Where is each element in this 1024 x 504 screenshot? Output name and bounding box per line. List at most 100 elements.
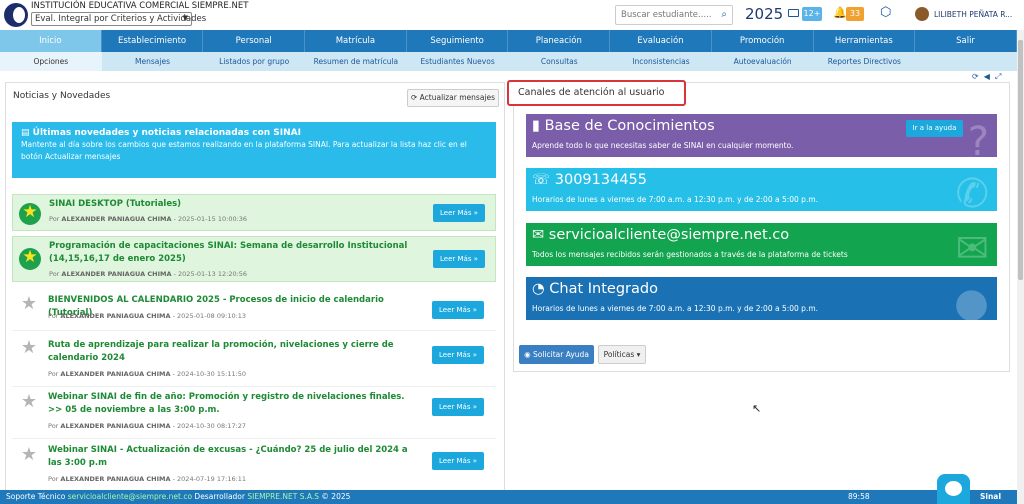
chat-icon: ◔ [532, 281, 545, 297]
search-icon[interactable]: ⌕ [721, 9, 727, 20]
scrollbar-thumb[interactable] [1018, 40, 1023, 280]
chevron-down-icon: ▼ [182, 14, 188, 22]
evaluation-select[interactable]: Eval. Integral por Criterios y Actividad… [31, 12, 206, 26]
news-item-title[interactable]: Webinar SINAI - Actualización de excusas… [48, 444, 413, 470]
nav-herramientas[interactable]: Herramientas [814, 30, 916, 52]
question-icon: ? [967, 119, 989, 157]
read-more-button[interactable]: Leer Más » [432, 452, 484, 470]
knowledge-base-card[interactable]: ▮ Base de Conocimientos Aprende todo lo … [526, 114, 997, 157]
news-info-heading: ▤ Últimas novedades y noticias relaciona… [21, 128, 487, 138]
phone-card[interactable]: ☏ 3009134455 Horarios de lunes a viernes… [526, 168, 997, 211]
chat-card[interactable]: ◔ Chat Integrado Horarios de lunes a vie… [526, 277, 997, 320]
email-card[interactable]: ✉ servicioalcliente@siempre.net.co Todos… [526, 223, 997, 266]
nav-matricula[interactable]: Matrícula [305, 30, 407, 52]
request-help-button[interactable]: ◉ Solicitar Ayuda [519, 345, 594, 364]
nav-establecimiento[interactable]: Establecimiento [102, 30, 204, 52]
read-more-button[interactable]: Leer Más » [432, 346, 484, 364]
nav-inicio[interactable]: Inicio [0, 30, 102, 52]
envelope-watermark-icon: ✉ [955, 226, 989, 266]
news-item-title[interactable]: Ruta de aprendizaje para realizar la pro… [48, 339, 413, 365]
subnav-inconsistencias[interactable]: Inconsistencias [610, 52, 712, 71]
envelope-icon: ✉ [532, 227, 545, 243]
go-to-help-button[interactable]: Ir a la ayuda [906, 120, 963, 137]
footer-copyright: © 2025 [321, 492, 351, 501]
news-item-date: - 2025-01-13 12:20:56 [173, 270, 248, 278]
news-item-date: - 2024-07-19 17:16:11 [172, 475, 247, 483]
top-bar: INSTITUCIÓN EDUCATIVA COMERCIAL SIEMPRE.… [0, 0, 1024, 30]
read-more-button[interactable]: Leer Más » [433, 250, 485, 268]
scrollbar[interactable] [1017, 30, 1024, 504]
news-panel: Noticias y Novedades ⟳ Actualizar mensaj… [5, 82, 505, 504]
nav-evaluacion[interactable]: Evaluación [610, 30, 712, 52]
mail-icon[interactable] [788, 9, 799, 17]
star-icon [18, 444, 40, 467]
read-more-button[interactable]: Leer Más » [433, 204, 485, 222]
refresh-icon: ⟳ [410, 93, 418, 102]
knowledge-base-subtitle: Aprende todo lo que necesitas saber de S… [532, 141, 794, 150]
nav-personal[interactable]: Personal [203, 30, 306, 52]
notifications-badge[interactable]: 33 [846, 7, 864, 21]
read-more-button[interactable]: Leer Más » [432, 398, 484, 416]
news-icon: ▤ [21, 128, 30, 138]
book-icon: ▮ [532, 118, 540, 134]
news-item-author: ALEXANDER PANIAGUA CHIMA [61, 270, 172, 278]
subnav-reportes-directivos[interactable]: Reportes Directivos [814, 52, 916, 71]
news-item-author: ALEXANDER PANIAGUA CHIMA [60, 312, 171, 320]
bell-icon[interactable]: 🔔 [833, 6, 847, 19]
caret-down-icon: ▾ [636, 350, 641, 359]
help-icon: ◉ [524, 350, 531, 359]
subnav-listados[interactable]: Listados por grupo [203, 52, 305, 71]
news-by-label: Por [48, 312, 59, 320]
footer-support-email[interactable]: servicioalcliente@siempre.net.co [68, 492, 192, 501]
institution-name: INSTITUCIÓN EDUCATIVA COMERCIAL SIEMPRE.… [31, 1, 249, 11]
star-icon [19, 247, 41, 270]
phone-number-text: 3009134455 [554, 172, 648, 188]
session-timer: 89:58 [848, 492, 870, 501]
subnav-autoevaluacion[interactable]: Autoevaluación [712, 52, 814, 71]
knowledge-base-title-text: Base de Conocimientos [544, 118, 715, 134]
back-icon[interactable]: ◀ [984, 72, 990, 81]
search-placeholder: Buscar estudiante..... [621, 10, 712, 20]
knowledge-base-title: ▮ Base de Conocimientos [532, 118, 715, 134]
policies-dropdown[interactable]: Políticas ▾ [598, 345, 646, 364]
chat-title: ◔ Chat Integrado [532, 281, 658, 297]
fullscreen-icon[interactable]: ⤢ [995, 72, 1001, 81]
news-info-box: ▤ Últimas novedades y noticias relaciona… [12, 122, 496, 178]
messages-badge[interactable]: 12+ [802, 7, 822, 21]
news-item-author: ALEXANDER PANIAGUA CHIMA [60, 475, 171, 483]
footer-brand: SinaI [980, 492, 1002, 501]
news-by-label: Por [48, 475, 59, 483]
news-item-title[interactable]: Programación de capacitaciones SINAI: Se… [49, 240, 414, 266]
nav-planeacion[interactable]: Planeación [508, 30, 611, 52]
subnav-opciones[interactable]: Opciones [0, 52, 102, 71]
student-search-input[interactable]: Buscar estudiante..... ⌕ [615, 5, 733, 25]
subnav-mensajes[interactable]: Mensajes [102, 52, 204, 71]
news-item-date: - 2024-10-30 08:17:27 [172, 422, 247, 430]
star-icon [18, 337, 40, 360]
footer-dev-name[interactable]: SIEMPRE.NET S.A.S [247, 492, 319, 501]
phone-hours: Horarios de lunes a viernes de 7:00 a.m.… [532, 195, 819, 204]
panel-tools: ⟳ ◀ ⤢ [972, 72, 1001, 82]
read-more-button[interactable]: Leer Más » [432, 301, 484, 319]
subnav-estudiantes-nuevos[interactable]: Estudiantes Nuevos [407, 52, 509, 71]
user-name[interactable]: LILIBETH PEÑATA R... [934, 10, 1012, 19]
avatar[interactable] [915, 7, 929, 21]
news-item-author: ALEXANDER PANIAGUA CHIMA [60, 370, 171, 378]
nav-promocion[interactable]: Promoción [712, 30, 814, 52]
support-email-text: servicioalcliente@siempre.net.co [548, 227, 790, 243]
nav-salir[interactable]: Salir [915, 30, 1017, 52]
subnav-resumen-matricula[interactable]: Resumen de matrícula [305, 52, 407, 71]
news-item-title[interactable]: Webinar SINAI de fin de año: Promoción y… [48, 391, 413, 417]
star-icon [18, 293, 40, 316]
refresh-icon[interactable]: ⟳ [972, 72, 979, 81]
chat-launcher-button[interactable] [937, 474, 970, 504]
subnav-consultas[interactable]: Consultas [508, 52, 610, 71]
news-title: Noticias y Novedades [13, 91, 111, 101]
update-messages-button[interactable]: ⟳ Actualizar mensajes [407, 89, 499, 107]
cube-icon[interactable]: ⬡ [880, 5, 891, 20]
star-icon [19, 202, 41, 225]
footer-support-label: Soporte Técnico [6, 492, 66, 501]
news-item-meta: Por ALEXANDER PANIAGUA CHIMA - 2024-10-3… [48, 422, 246, 430]
nav-seguimiento[interactable]: Seguimiento [407, 30, 509, 52]
news-item-title[interactable]: SINAI DESKTOP (Tutoriales) [49, 198, 414, 211]
